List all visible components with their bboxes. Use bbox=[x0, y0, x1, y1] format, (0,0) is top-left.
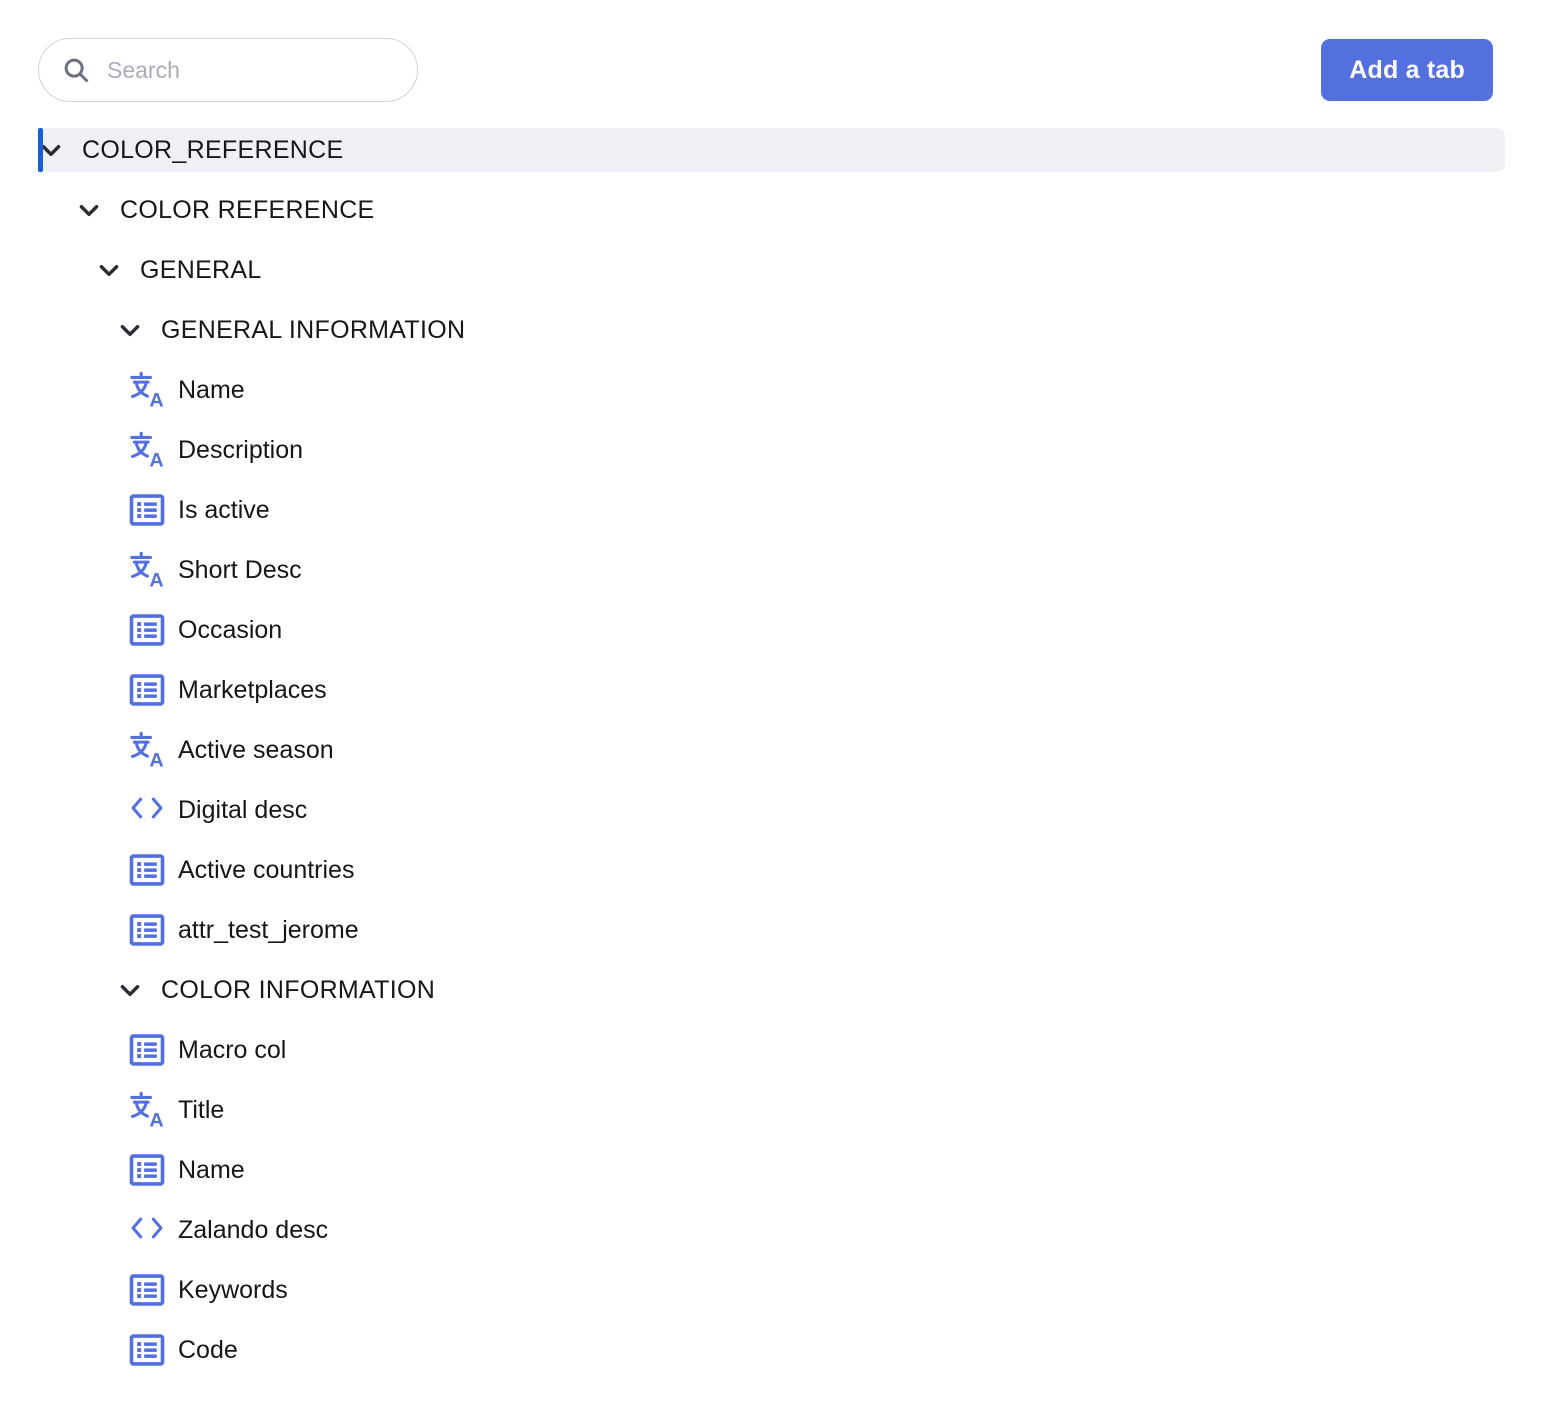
tree-node-code[interactable]: Code bbox=[0, 1328, 1546, 1372]
tree-node-label: Marketplaces bbox=[178, 675, 327, 704]
list-icon bbox=[128, 1271, 166, 1309]
tree-node-name[interactable]: Name bbox=[0, 1148, 1546, 1192]
search-input[interactable] bbox=[107, 56, 403, 84]
translate-icon: A bbox=[128, 431, 166, 472]
tree-node-is-active[interactable]: Is active bbox=[0, 488, 1546, 532]
tree-node-label: COLOR_REFERENCE bbox=[82, 135, 344, 164]
tree-node-description[interactable]: A Description bbox=[0, 428, 1546, 472]
tree-node-label: Digital desc bbox=[178, 795, 308, 824]
list-icon bbox=[128, 611, 166, 649]
attribute-tree: COLOR_REFERENCE COLOR REFERENCE GENERAL GE… bbox=[0, 128, 1546, 1372]
tree-node-color-reference-root[interactable]: COLOR_REFERENCE bbox=[38, 128, 1505, 172]
list-icon bbox=[128, 911, 166, 949]
tree-node-attr-test-jerome[interactable]: attr_test_jerome bbox=[0, 908, 1546, 952]
svg-text:A: A bbox=[149, 450, 163, 469]
tree-node-label: Code bbox=[178, 1335, 238, 1364]
tree-node-label: Macro col bbox=[178, 1035, 287, 1064]
list-icon bbox=[128, 1031, 166, 1069]
tree-node-label: GENERAL INFORMATION bbox=[161, 315, 466, 344]
tree-node-label: Title bbox=[178, 1095, 225, 1124]
tree-node-general-information[interactable]: GENERAL INFORMATION bbox=[0, 308, 1546, 352]
list-icon bbox=[128, 1331, 166, 1369]
tree-node-label: Active countries bbox=[178, 855, 355, 884]
translate-icon: A bbox=[128, 1091, 166, 1132]
list-icon bbox=[128, 671, 166, 709]
tree-node-label: Is active bbox=[178, 495, 270, 524]
tree-node-label: Keywords bbox=[178, 1275, 288, 1304]
translate-icon: A bbox=[128, 371, 166, 412]
add-tab-button[interactable]: Add a tab bbox=[1321, 39, 1493, 101]
chevron-down-icon[interactable] bbox=[117, 317, 143, 343]
translate-icon: A bbox=[128, 551, 166, 592]
tree-node-digital-desc[interactable]: Digital desc bbox=[0, 788, 1546, 832]
tree-node-color-reference[interactable]: COLOR REFERENCE bbox=[0, 188, 1546, 232]
code-icon bbox=[128, 791, 166, 829]
tree-node-macro-col[interactable]: Macro col bbox=[0, 1028, 1546, 1072]
tree-node-label: Short Desc bbox=[178, 555, 302, 584]
tree-node-label: Description bbox=[178, 435, 304, 464]
tree-node-title[interactable]: A Title bbox=[0, 1088, 1546, 1132]
tree-node-label: Name bbox=[178, 375, 245, 404]
toolbar: Add a tab bbox=[0, 0, 1546, 128]
code-icon bbox=[128, 1211, 166, 1249]
tree-node-list: COLOR REFERENCE GENERAL GENERAL INFORMATIO… bbox=[0, 188, 1546, 1372]
tree-node-label: Name bbox=[178, 1155, 245, 1184]
svg-text:A: A bbox=[149, 570, 163, 589]
tree-node-label: GENERAL bbox=[140, 255, 262, 284]
list-icon bbox=[128, 491, 166, 529]
tree-node-active-countries[interactable]: Active countries bbox=[0, 848, 1546, 892]
tree-node-general[interactable]: GENERAL bbox=[0, 248, 1546, 292]
tree-node-marketplaces[interactable]: Marketplaces bbox=[0, 668, 1546, 712]
tree-node-short-desc[interactable]: A Short Desc bbox=[0, 548, 1546, 592]
list-icon bbox=[128, 851, 166, 889]
svg-text:A: A bbox=[149, 1110, 163, 1129]
tree-node-active-season[interactable]: A Active season bbox=[0, 728, 1546, 772]
tree-node-label: Zalando desc bbox=[178, 1215, 329, 1244]
tree-node-label: COLOR INFORMATION bbox=[161, 975, 436, 1004]
chevron-down-icon[interactable] bbox=[96, 257, 122, 283]
tree-node-label: Occasion bbox=[178, 615, 283, 644]
chevron-down-icon[interactable] bbox=[117, 977, 143, 1003]
tree-node-color-information[interactable]: COLOR INFORMATION bbox=[0, 968, 1546, 1012]
svg-text:A: A bbox=[149, 390, 163, 409]
chevron-down-icon[interactable] bbox=[76, 197, 102, 223]
tree-node-label: Active season bbox=[178, 735, 334, 764]
list-icon bbox=[128, 1151, 166, 1189]
tree-node-keywords[interactable]: Keywords bbox=[0, 1268, 1546, 1312]
search-box[interactable] bbox=[38, 38, 418, 102]
selection-accent-bar bbox=[38, 128, 43, 172]
tree-node-name[interactable]: A Name bbox=[0, 368, 1546, 412]
tree-node-zalando-desc[interactable]: Zalando desc bbox=[0, 1208, 1546, 1252]
search-icon bbox=[61, 55, 91, 85]
tree-node-label: attr_test_jerome bbox=[178, 915, 359, 944]
translate-icon: A bbox=[128, 731, 166, 772]
svg-text:A: A bbox=[149, 750, 163, 769]
tree-node-occasion[interactable]: Occasion bbox=[0, 608, 1546, 652]
tree-node-label: COLOR REFERENCE bbox=[120, 195, 375, 224]
